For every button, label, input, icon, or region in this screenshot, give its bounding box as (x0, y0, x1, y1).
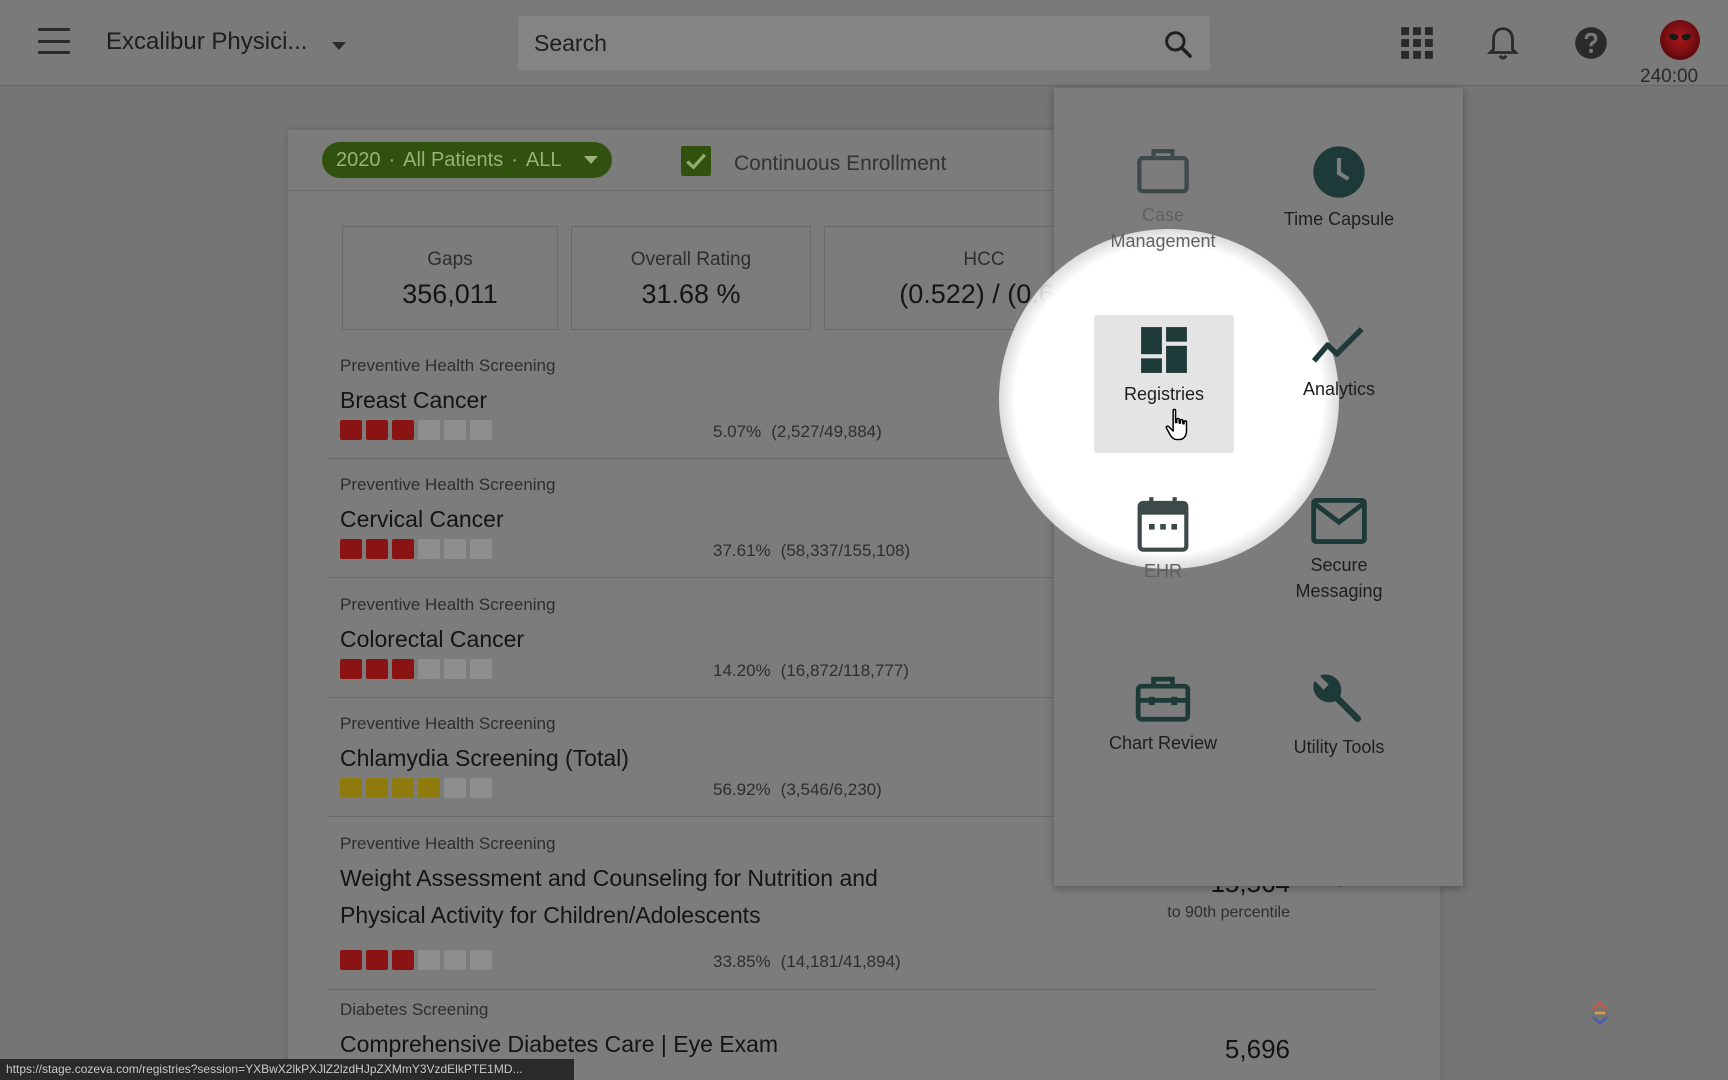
measure-category: Diabetes Screening (340, 1000, 489, 1019)
filter-year: 2020 (336, 148, 381, 171)
trending-line-icon (1311, 327, 1364, 363)
app-analytics[interactable]: Analytics (1269, 320, 1409, 460)
hamburger-menu-icon[interactable] (38, 28, 70, 54)
org-dropdown-caret-icon[interactable] (332, 42, 346, 50)
search-icon[interactable] (1162, 28, 1194, 60)
status-bar-url: https://stage.cozeva.com/registries?sess… (0, 1059, 574, 1080)
kpi-value: 31.68 % (641, 279, 741, 309)
measure-category: Preventive Health Screening (340, 475, 556, 494)
measure-name[interactable]: Weight Assessment and Counseling for Nut… (340, 860, 878, 897)
envelope-icon (1311, 498, 1367, 544)
measure-name[interactable]: Chlamydia Screening (Total) (340, 740, 629, 777)
continuous-enrollment-checkbox[interactable] (681, 146, 711, 176)
search-input[interactable] (534, 29, 1134, 57)
measure-rate: 37.61% (58,337/155,108) (713, 541, 911, 560)
checkmark-icon (686, 153, 706, 170)
filter-scope: ALL (525, 148, 562, 171)
dashboard-icon (1141, 327, 1187, 373)
clock-icon (1313, 146, 1365, 198)
help-icon[interactable] (1572, 24, 1610, 62)
kpi-label: Overall Rating (630, 249, 752, 270)
calendar-icon (1137, 497, 1189, 552)
notification-bell-icon[interactable] (1484, 24, 1522, 62)
toolbox-icon (1135, 676, 1191, 722)
cozeva-logo-icon[interactable] (1587, 998, 1613, 1028)
star-rating (340, 659, 492, 679)
measure-rate: 56.92% (3,546/6,230) (713, 780, 882, 799)
briefcase-outline-icon (1137, 148, 1189, 194)
star-rating (340, 950, 492, 970)
star-rating (340, 539, 492, 559)
app-secure-messaging[interactable]: Secure Messaging (1269, 496, 1409, 636)
kpi-label: Gaps (427, 249, 473, 270)
app-ehr[interactable]: EHR (1093, 496, 1233, 636)
star-rating (340, 778, 492, 798)
user-avatar[interactable] (1660, 20, 1700, 60)
measure-category: Preventive Health Screening (340, 595, 556, 614)
apps-grid-icon[interactable] (1398, 24, 1436, 62)
star-rating (340, 420, 492, 440)
search-bar[interactable] (518, 16, 1210, 70)
measure-rate: 33.85% (14,181/41,894) (713, 952, 901, 971)
top-app-bar: Excalibur Physici... 240:00 (0, 0, 1728, 87)
measure-name[interactable]: Breast Cancer (340, 382, 487, 419)
filter-population: All Patients (403, 148, 504, 171)
measure-category: Preventive Health Screening (340, 356, 556, 375)
measure-name-continued[interactable]: Physical Activity for Children/Adolescen… (340, 897, 761, 934)
app-time-capsule[interactable]: Time Capsule (1269, 144, 1409, 284)
measure-name[interactable]: Comprehensive Diabetes Care | Eye Exam (340, 1026, 778, 1063)
wrench-icon (1313, 674, 1362, 723)
measure-rate: 14.20% (16,872/118,777) (713, 661, 909, 680)
kpi-overall-rating[interactable]: Overall Rating 31.68 % (571, 226, 811, 330)
kpi-gaps[interactable]: Gaps 356,011 (342, 226, 558, 330)
measure-category: Preventive Health Screening (340, 714, 556, 733)
kpi-value: 356,011 (402, 279, 498, 309)
measure-name[interactable]: Colorectal Cancer (340, 621, 524, 658)
organization-name[interactable]: Excalibur Physici... (106, 28, 307, 56)
filter-caret-icon (584, 156, 598, 164)
hand-pointer-cursor-icon (1165, 408, 1188, 441)
measure-category: Preventive Health Screening (340, 834, 556, 853)
measure-rate: 5.07% (2,527/49,884) (713, 422, 882, 441)
measure-gap-count: 5,696 (1224, 1034, 1290, 1064)
measure-name[interactable]: Cervical Cancer (340, 501, 504, 538)
continuous-enrollment-label: Continuous Enrollment (734, 152, 947, 175)
session-timer: 240:00 (1640, 66, 1699, 87)
measure-gap-note: to 90th percentile (1167, 904, 1290, 921)
app-case-management[interactable]: Case Management (1093, 144, 1233, 284)
app-utility-tools[interactable]: Utility Tools (1269, 672, 1409, 812)
filter-chip[interactable]: 2020 · All Patients · ALL (322, 142, 612, 178)
app-chart-review[interactable]: Chart Review (1093, 672, 1233, 812)
